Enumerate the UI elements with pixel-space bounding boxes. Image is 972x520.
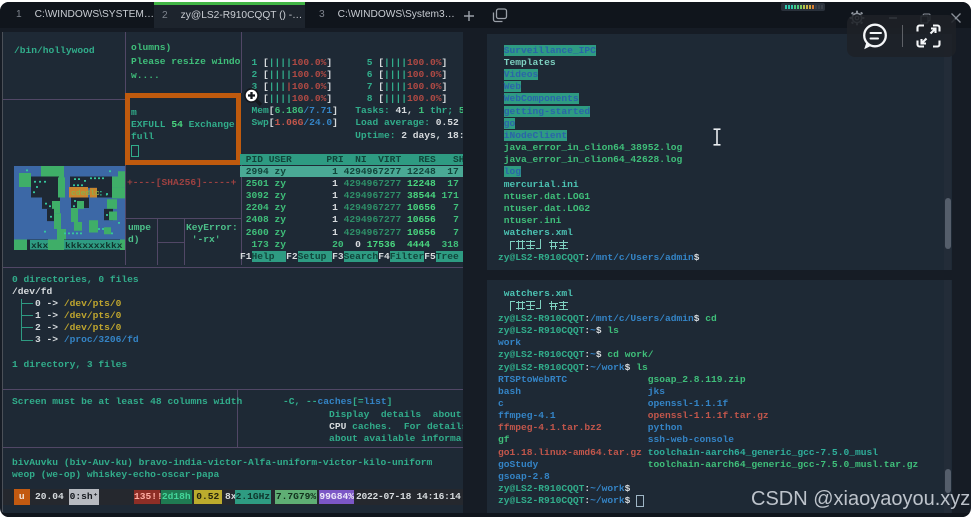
svg-text:xkx: xkx (31, 241, 49, 250)
svg-text::.: :. (98, 188, 110, 198)
svg-text:cdedlc: cdedlc (71, 190, 100, 197)
svg-text:kkkxxxxkkx: kkkxxxxkkx (65, 241, 123, 250)
